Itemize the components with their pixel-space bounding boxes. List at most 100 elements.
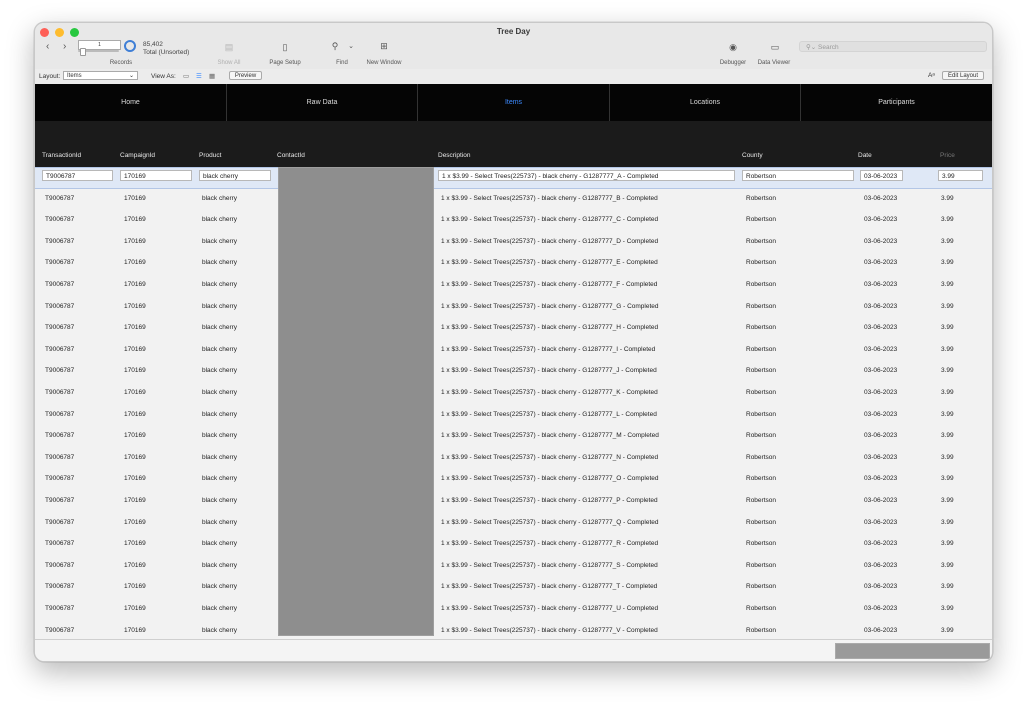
date-field[interactable]: 03-06-2023 — [864, 605, 897, 612]
product-field[interactable]: black cherry — [202, 627, 237, 634]
campaign-id-field[interactable]: 170169 — [124, 475, 146, 482]
table-row[interactable]: T9006787 170169 black cherry 1 x $3.99 - Se… — [35, 275, 992, 297]
campaign-id-field[interactable]: 170169 — [124, 216, 146, 223]
transaction-id-field[interactable]: T9006787 — [45, 346, 74, 353]
record-slider-knob[interactable] — [80, 48, 86, 56]
price-field[interactable]: 3.99 — [941, 216, 954, 223]
campaign-id-field[interactable]: 170169 — [124, 324, 146, 331]
table-row[interactable]: T9006787 170169 black cherry 1 x $3.99 - Se… — [35, 599, 992, 621]
price-field[interactable]: 3.99 — [941, 303, 954, 310]
new-window-button[interactable]: New Window — [361, 60, 407, 66]
date-field[interactable]: 03-06-2023 — [864, 411, 897, 418]
table-row[interactable]: T9006787 170169 black cherry 1 x $3.99 - Se… — [35, 189, 992, 211]
campaign-id-field[interactable]: 170169 — [124, 389, 146, 396]
description-field[interactable]: 1 x $3.99 - Select Trees(225737) - black… — [441, 562, 658, 569]
date-field[interactable]: 03-06-2023 — [864, 627, 897, 634]
county-field[interactable]: Robertson — [746, 519, 776, 526]
date-field[interactable]: 03-06-2023 — [864, 540, 897, 547]
transaction-id-field[interactable]: T9006787 — [45, 475, 74, 482]
county-field[interactable]: Robertson — [746, 454, 776, 461]
transaction-id-field[interactable]: T9006787 — [45, 281, 74, 288]
description-field[interactable]: 1 x $3.99 - Select Trees(225737) - black… — [441, 281, 657, 288]
description-field[interactable]: 1 x $3.99 - Select Trees(225737) - black… — [441, 540, 658, 547]
price-field[interactable]: 3.99 — [941, 475, 954, 482]
price-field[interactable]: 3.99 — [941, 583, 954, 590]
price-field[interactable]: 3.99 — [941, 281, 954, 288]
table-row[interactable]: T9006787 170169 black cherry 1 x $3.99 - Se… — [35, 318, 992, 340]
price-field[interactable]: 3.99 — [941, 259, 954, 266]
date-field[interactable]: 03-06-2023 — [864, 238, 897, 245]
page-setup-button[interactable]: Page Setup — [263, 60, 307, 66]
county-field[interactable]: Robertson — [746, 583, 776, 590]
description-field[interactable]: 1 x $3.99 - Select Trees(225737) - black… — [438, 170, 735, 181]
product-field[interactable]: black cherry — [202, 540, 237, 547]
description-field[interactable]: 1 x $3.99 - Select Trees(225737) - black… — [441, 605, 658, 612]
date-field[interactable]: 03-06-2023 — [864, 324, 897, 331]
campaign-id-field[interactable]: 170169 — [124, 432, 146, 439]
county-field[interactable]: Robertson — [746, 562, 776, 569]
table-row[interactable]: T9006787 170169 black cherry 1 x $3.99 - Se… — [35, 210, 992, 232]
date-field[interactable]: 03-06-2023 — [864, 195, 897, 202]
product-field[interactable]: black cherry — [202, 367, 237, 374]
data-viewer-button[interactable]: Data Viewer — [752, 60, 796, 66]
transaction-id-field[interactable]: T9006787 — [45, 238, 74, 245]
campaign-id-field[interactable]: 170169 — [124, 238, 146, 245]
campaign-id-field[interactable]: 170169 — [124, 259, 146, 266]
preview-button[interactable]: Preview — [229, 71, 262, 80]
description-field[interactable]: 1 x $3.99 - Select Trees(225737) - black… — [441, 367, 657, 374]
find-button[interactable]: Find — [325, 60, 359, 66]
campaign-id-field[interactable]: 170169 — [124, 562, 146, 569]
product-field[interactable]: black cherry — [202, 583, 237, 590]
transaction-id-field[interactable]: T9006787 — [45, 497, 74, 504]
county-field[interactable]: Robertson — [746, 281, 776, 288]
product-field[interactable]: black cherry — [202, 346, 237, 353]
date-field[interactable]: 03-06-2023 — [864, 259, 897, 266]
price-field[interactable]: 3.99 — [938, 170, 983, 181]
county-field[interactable]: Robertson — [746, 605, 776, 612]
date-field[interactable]: 03-06-2023 — [860, 170, 903, 181]
campaign-id-field[interactable]: 170169 — [124, 454, 146, 461]
table-row[interactable]: T9006787 170169 black cherry 1 x $3.99 - Se… — [35, 513, 992, 535]
description-field[interactable]: 1 x $3.99 - Select Trees(225737) - black… — [441, 627, 658, 634]
transaction-id-field[interactable]: T9006787 — [45, 303, 74, 310]
date-field[interactable]: 03-06-2023 — [864, 475, 897, 482]
description-field[interactable]: 1 x $3.99 - Select Trees(225737) - black… — [441, 497, 658, 504]
date-field[interactable]: 03-06-2023 — [864, 303, 897, 310]
transaction-id-field[interactable]: T9006787 — [45, 605, 74, 612]
campaign-id-field[interactable]: 170169 — [124, 411, 146, 418]
county-field[interactable]: Robertson — [746, 259, 776, 266]
product-field[interactable]: black cherry — [202, 497, 237, 504]
transaction-id-field[interactable]: T9006787 — [45, 259, 74, 266]
text-format-icon[interactable]: Aᵃ — [928, 72, 935, 79]
table-row[interactable]: T9006787 170169 black cherry 1 x $3.99 - Se… — [35, 232, 992, 254]
product-field[interactable]: black cherry — [202, 519, 237, 526]
description-field[interactable]: 1 x $3.99 - Select Trees(225737) - black… — [441, 432, 659, 439]
tab-raw-data[interactable]: Raw Data — [227, 84, 417, 121]
list-view-icon[interactable]: ☰ — [196, 72, 202, 80]
form-view-icon[interactable]: ▭ — [183, 72, 189, 80]
table-row[interactable]: T9006787 170169 black cherry 1 x $3.99 - Se… — [35, 448, 992, 470]
date-field[interactable]: 03-06-2023 — [864, 389, 897, 396]
county-field[interactable]: Robertson — [742, 170, 854, 181]
date-field[interactable]: 03-06-2023 — [864, 519, 897, 526]
campaign-id-field[interactable]: 170169 — [124, 627, 146, 634]
county-field[interactable]: Robertson — [746, 346, 776, 353]
price-field[interactable]: 3.99 — [941, 562, 954, 569]
description-field[interactable]: 1 x $3.99 - Select Trees(225737) - black… — [441, 324, 658, 331]
search-input[interactable]: ⚲⌄ Search — [799, 41, 987, 52]
transaction-id-field[interactable]: T9006787 — [45, 583, 74, 590]
price-field[interactable]: 3.99 — [941, 519, 954, 526]
transaction-id-field[interactable]: T9006787 — [42, 170, 113, 181]
edit-layout-button[interactable]: Edit Layout — [942, 71, 984, 80]
date-field[interactable]: 03-06-2023 — [864, 281, 897, 288]
county-field[interactable]: Robertson — [746, 432, 776, 439]
description-field[interactable]: 1 x $3.99 - Select Trees(225737) - black… — [441, 475, 659, 482]
county-field[interactable]: Robertson — [746, 238, 776, 245]
date-field[interactable]: 03-06-2023 — [864, 346, 897, 353]
product-field[interactable]: black cherry — [202, 562, 237, 569]
county-field[interactable]: Robertson — [746, 367, 776, 374]
price-field[interactable]: 3.99 — [941, 411, 954, 418]
product-field[interactable]: black cherry — [202, 432, 237, 439]
layout-select[interactable]: Items ⌄ — [63, 71, 138, 80]
table-row[interactable]: T9006787 170169 black cherry 1 x $3.99 - Se… — [35, 340, 992, 362]
